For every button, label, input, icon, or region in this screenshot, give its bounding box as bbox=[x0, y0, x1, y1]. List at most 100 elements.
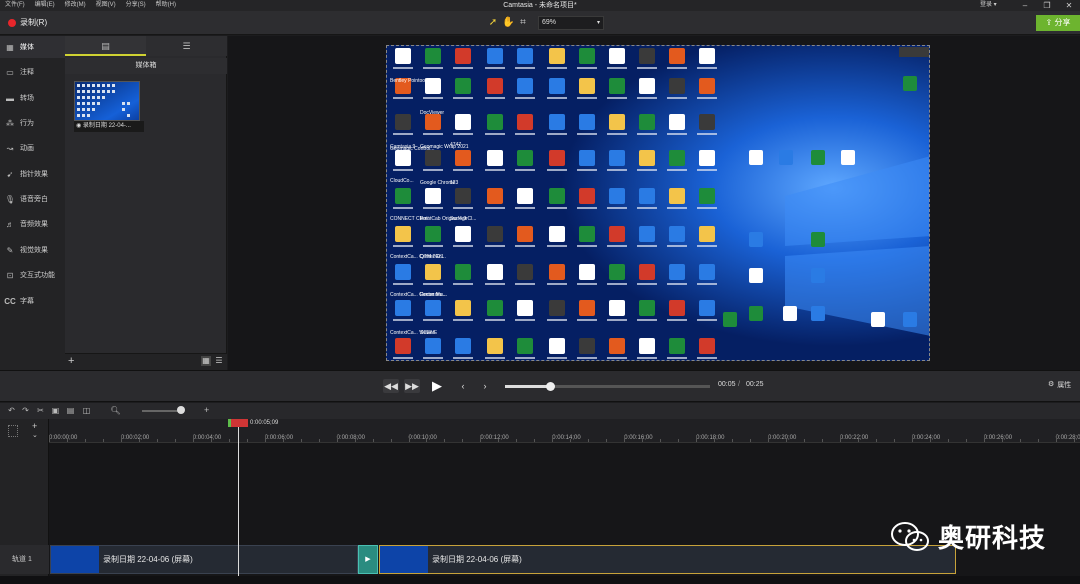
desktop-file-label-line bbox=[667, 245, 687, 247]
sidebar-item-annotations[interactable]: ▭ 注释 bbox=[0, 61, 65, 83]
login-button[interactable]: 登录 ▾ bbox=[980, 0, 997, 11]
split-icon[interactable]: ◫ bbox=[81, 405, 92, 416]
desktop-file-icon bbox=[517, 264, 533, 280]
ruler-tick-label: 0:00:02;00 bbox=[120, 435, 150, 441]
transition-marker[interactable]: ▶ bbox=[358, 545, 378, 574]
horizontal-scrollbar[interactable] bbox=[0, 576, 1080, 584]
pointer-tool-icon[interactable]: ➚ bbox=[487, 17, 499, 29]
timeline-clip[interactable]: 录制日期 22-04-06 (屏幕) bbox=[50, 545, 358, 574]
menu-view[interactable]: 视图(V) bbox=[91, 0, 121, 11]
add-media-icon[interactable]: + bbox=[68, 355, 74, 367]
menu-share[interactable]: 分享(S) bbox=[121, 0, 151, 11]
desktop-file-icon bbox=[455, 78, 471, 94]
grid-view-icon[interactable]: ▦ bbox=[201, 356, 211, 366]
desktop-file-label-line bbox=[637, 319, 657, 321]
properties-button[interactable]: ⚙ 属性 bbox=[1048, 380, 1071, 390]
desktop-file-icon bbox=[639, 300, 655, 316]
microphone-icon: 🎙 bbox=[4, 194, 16, 204]
desktop-file-icon bbox=[455, 338, 471, 354]
desktop-file-icon bbox=[669, 226, 685, 242]
transition-icon: ▬ bbox=[6, 93, 14, 103]
zoom-select[interactable]: 69% ▾ bbox=[538, 16, 604, 30]
playhead-line bbox=[238, 427, 239, 584]
menu-file[interactable]: 文件(F) bbox=[0, 0, 30, 11]
sidebar-item-cursor-effects[interactable]: ➹ 指针效果 bbox=[0, 163, 65, 185]
sidebar-item-behaviors[interactable]: ⁂ 行为 bbox=[0, 112, 65, 134]
zoom-out-icon[interactable]: 🔍︎ bbox=[110, 405, 121, 416]
ruler-tick bbox=[426, 439, 428, 442]
desktop-file-icon bbox=[455, 114, 471, 130]
undo-icon[interactable]: ↶ bbox=[6, 405, 17, 416]
ruler-tick bbox=[354, 439, 356, 442]
desktop-icon-label: 123 bbox=[450, 180, 459, 186]
desktop-file-label-line bbox=[637, 207, 657, 209]
menu-help[interactable]: 帮助(H) bbox=[151, 0, 181, 11]
desktop-file-icon bbox=[517, 78, 533, 94]
sidebar-item-transitions[interactable]: ▬ 转场 bbox=[0, 87, 65, 109]
desktop-file-label-line bbox=[577, 169, 597, 171]
play-button[interactable]: ▶ bbox=[427, 376, 447, 396]
sidebar-item-voice-narration[interactable]: 🎙 语音旁白 bbox=[0, 188, 65, 210]
track-magnet-icon[interactable] bbox=[8, 425, 18, 437]
minimize-icon[interactable]: – bbox=[1014, 0, 1036, 11]
playhead-handle[interactable] bbox=[228, 419, 248, 427]
step-forward-icon[interactable]: ▶▶ bbox=[404, 379, 420, 393]
ruler-tick bbox=[929, 439, 931, 442]
zoom-in-icon[interactable]: + bbox=[204, 405, 209, 415]
redo-icon[interactable]: ↷ bbox=[20, 405, 31, 416]
close-icon[interactable]: ✕ bbox=[1058, 0, 1080, 11]
ruler-tick bbox=[1019, 439, 1021, 442]
restore-icon[interactable]: ❐ bbox=[1036, 0, 1058, 11]
ruler-tick-label: 0:00:10;00 bbox=[408, 435, 437, 441]
window-title: Camtasia - 未命名项目* bbox=[503, 2, 577, 9]
timeline-zoom-handle[interactable] bbox=[177, 406, 185, 414]
crop-tool-icon[interactable]: ⌗ bbox=[517, 17, 529, 29]
collapse-icon[interactable]: ⌄ bbox=[32, 431, 38, 439]
desktop-file-label-line bbox=[637, 283, 657, 285]
ruler-tick bbox=[516, 439, 518, 442]
copy-icon[interactable]: ▣ bbox=[50, 405, 61, 416]
media-thumbnail[interactable] bbox=[74, 81, 140, 121]
desktop-file-label-line bbox=[485, 319, 505, 321]
desktop-file-icon bbox=[639, 188, 655, 204]
cut-icon[interactable]: ✂ bbox=[35, 405, 46, 416]
desktop-file-icon bbox=[455, 150, 471, 166]
sidebar-item-animations[interactable]: ↝ 动画 bbox=[0, 137, 65, 159]
playback-scrubber[interactable] bbox=[505, 385, 710, 388]
menu-modify[interactable]: 修改(M) bbox=[60, 0, 91, 11]
menu-edit[interactable]: 编辑(E) bbox=[30, 0, 60, 11]
record-button[interactable]: 录制(R) bbox=[8, 17, 47, 28]
video-canvas[interactable]: Bentley Pointools DocViewer 4747 Geomagic C… bbox=[386, 45, 930, 361]
ruler-tick bbox=[821, 439, 823, 442]
next-frame-icon[interactable]: › bbox=[477, 379, 493, 393]
sidebar-item-visual-effects[interactable]: ✎ 视觉效果 bbox=[0, 239, 65, 261]
sidebar-item-label: 视觉效果 bbox=[20, 247, 48, 254]
paste-icon[interactable]: ▤ bbox=[65, 405, 76, 416]
desktop-file-label-line bbox=[637, 133, 657, 135]
desktop-file-label-line bbox=[423, 169, 443, 171]
desktop-file-icon bbox=[455, 300, 471, 316]
timeline-clip-selected[interactable]: 录制日期 22-04-06 (屏幕) bbox=[379, 545, 956, 574]
desktop-file-label-line bbox=[697, 319, 717, 321]
tab-media-bin[interactable]: ▤ bbox=[65, 36, 146, 56]
list-view-icon[interactable]: ☰ bbox=[214, 356, 224, 366]
current-time: 00:05 bbox=[718, 381, 736, 388]
step-back-icon[interactable]: ◀◀ bbox=[383, 379, 399, 393]
track-1-label[interactable]: 轨道 1 bbox=[0, 545, 49, 574]
scrubber-handle[interactable] bbox=[546, 382, 555, 391]
desktop-file-icon bbox=[579, 48, 595, 64]
add-track-icon[interactable]: + bbox=[32, 421, 37, 431]
desktop-file-icon bbox=[517, 188, 533, 204]
tab-library[interactable]: ☰ bbox=[146, 36, 227, 56]
sidebar-item-interactive[interactable]: ⊡ 交互式功能 bbox=[0, 264, 65, 286]
sidebar-item-captions[interactable]: CC 字幕 bbox=[0, 290, 65, 312]
sidebar-item-audio-effects[interactable]: ♬ 音频效果 bbox=[0, 213, 65, 235]
desktop-file-label-line bbox=[697, 283, 717, 285]
share-button[interactable]: ⇪ 分享 bbox=[1036, 15, 1080, 31]
ruler-tick bbox=[282, 439, 284, 442]
media-bin-title: 媒体箱 bbox=[65, 58, 227, 74]
prev-frame-icon[interactable]: ‹ bbox=[455, 379, 471, 393]
timeline-ruler[interactable]: 0:00:00;00 0:00:02;00 0:00:04;00 0:00:06;00… bbox=[49, 419, 1080, 443]
pan-tool-icon[interactable]: ✋ bbox=[502, 17, 514, 29]
sidebar-item-media[interactable]: ▦ 媒体 bbox=[0, 36, 65, 58]
